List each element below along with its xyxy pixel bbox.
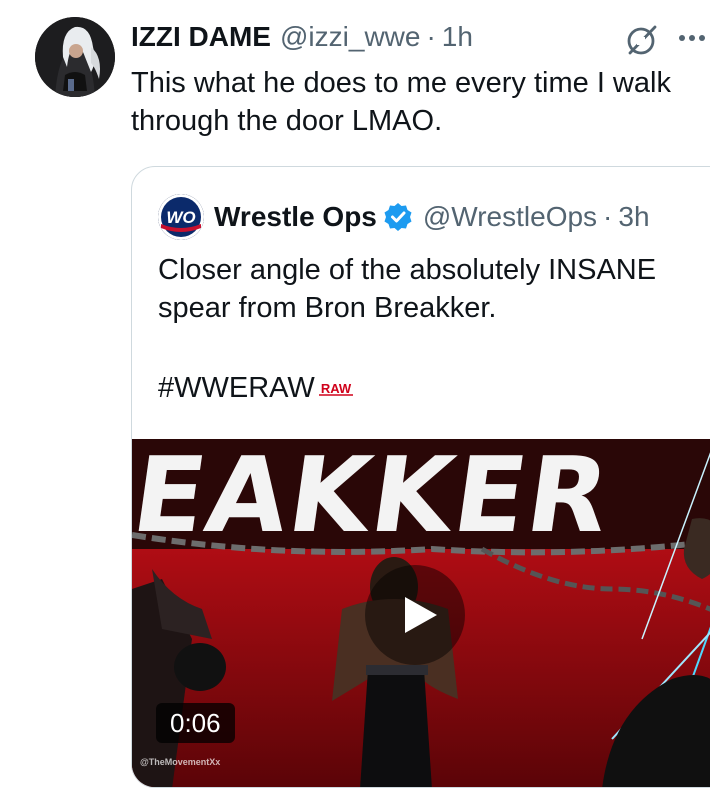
tweet-text-line: This what he does to me every time I wal… [131,67,671,99]
raw-hashflag-icon: RAW [316,381,355,396]
grok-icon[interactable] [624,22,660,58]
tweet[interactable]: IZZI DAME @izzi_wwe · 1h This what he do… [0,0,710,788]
video-watermark: @TheMovementXx [140,757,221,767]
quote-avatar-text: WO [166,208,195,227]
video-banner-text: EAKKER [132,439,618,556]
tweet-header: IZZI DAME @izzi_wwe · 1h [131,18,473,56]
more-icon[interactable] [674,28,710,48]
video-duration: 0:06 [156,703,235,743]
quote-text-line: Closer angle of the absolutely INSANE [158,254,657,286]
quote-text-line: spear from Bron Breakker. [158,292,497,324]
video-player[interactable]: EAKKER 0:06 @TheMovementXx [132,439,710,787]
tweet-text-line: through the door LMAO. [131,105,443,137]
verified-badge-icon [384,203,412,231]
quoted-tweet[interactable]: WO Wrestle Ops @WrestleOps · 3h Closer a… [131,166,710,788]
quote-author-name[interactable]: Wrestle Ops [214,201,377,233]
raw-badge-text: RAW [321,381,352,396]
author-name[interactable]: IZZI DAME [131,18,271,56]
hashtag-line: #WWERAW RAW [158,369,355,407]
play-button[interactable] [365,565,465,665]
separator: · [426,21,436,52]
quote-header: WO Wrestle Ops @WrestleOps · 3h [158,194,650,240]
tweet-text: This what he does to me every time I wal… [131,64,706,140]
timestamp[interactable]: 1h [442,18,473,56]
play-icon [405,597,437,633]
hashtag-link[interactable]: #WWERAW [158,369,315,407]
author-handle[interactable]: @izzi_wwe [280,18,420,56]
quote-timestamp[interactable]: 3h [618,201,649,233]
quote-author-handle[interactable]: @WrestleOps [423,201,597,233]
separator: · [603,201,613,232]
author-avatar[interactable] [35,17,115,97]
quote-avatar[interactable]: WO [158,194,204,240]
quote-text: Closer angle of the absolutely INSANE sp… [158,251,710,327]
